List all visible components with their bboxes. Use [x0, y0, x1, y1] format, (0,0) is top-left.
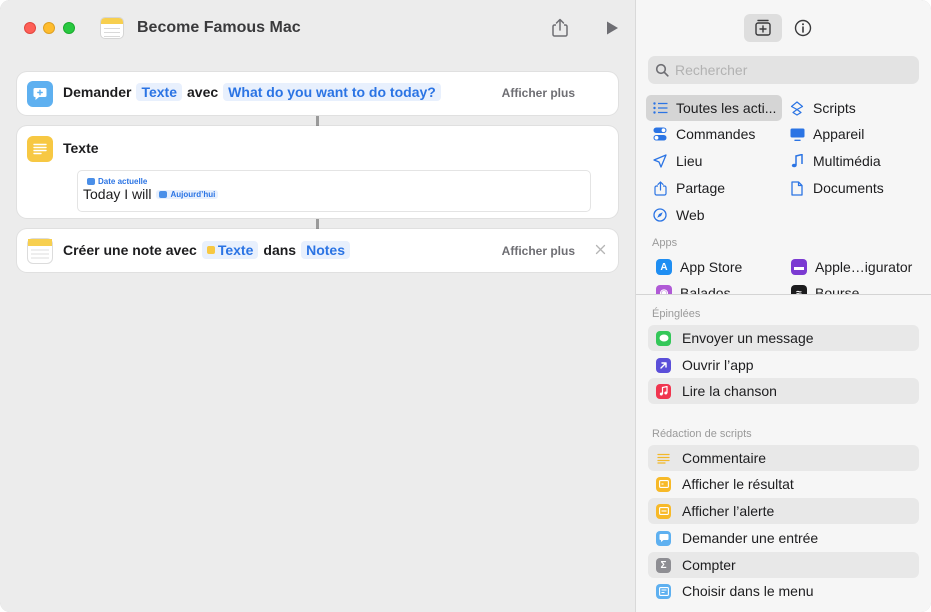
- library-add-icon: [755, 19, 771, 36]
- text-variable-icon: [206, 246, 215, 254]
- notes-app-icon: [100, 17, 124, 39]
- zoom-window-button[interactable]: [63, 22, 75, 34]
- category-location[interactable]: Lieu: [652, 148, 702, 174]
- count-icon: Σ: [656, 557, 671, 573]
- pinned-play-song[interactable]: Lire la chanson: [648, 378, 919, 404]
- current-date-variable[interactable]: Date actuelle: [84, 177, 150, 186]
- category-commands[interactable]: Commandes: [652, 121, 755, 147]
- details-tab[interactable]: [784, 14, 822, 42]
- toggles-icon: [652, 126, 668, 142]
- messages-icon: [656, 330, 671, 346]
- create-note-verb: Créer une note avec: [63, 242, 197, 258]
- compass-icon: [652, 207, 668, 223]
- app-apple-configurator[interactable]: ▬ Apple…igurator: [791, 254, 912, 280]
- action-library-tab[interactable]: [744, 14, 782, 42]
- category-scripts[interactable]: Scripts: [789, 95, 856, 121]
- category-web[interactable]: Web: [652, 202, 705, 228]
- action-connector: [316, 116, 319, 126]
- stocks-icon: ≈: [791, 285, 807, 294]
- ask-input-icon: [27, 81, 53, 107]
- script-show-result[interactable]: Afficher le résultat: [648, 471, 919, 497]
- input-type-token[interactable]: Texte: [136, 83, 183, 101]
- podcasts-icon: ◉: [656, 285, 672, 294]
- script-ask-input[interactable]: Demander une entrée: [648, 525, 919, 551]
- app-stocks[interactable]: ≈ Bourse: [791, 280, 859, 294]
- text-lines-icon: [27, 136, 53, 162]
- ask-for-input-action[interactable]: Demander Texte avec What do you want to …: [17, 72, 618, 115]
- app-store-icon: A: [656, 259, 672, 275]
- text-action-title: Texte: [63, 140, 99, 156]
- menu-icon: [656, 583, 671, 599]
- show-more-button[interactable]: Afficher plus: [502, 86, 575, 100]
- script-comment[interactable]: Commentaire: [648, 445, 919, 471]
- document-icon: [789, 180, 805, 196]
- note-connector-label: dans: [263, 242, 297, 258]
- apps-list: A App Store ▬ Apple…igurator ◉ Balados ≈…: [636, 254, 931, 294]
- pinned-section-label: Épinglées: [652, 308, 701, 320]
- text-action[interactable]: Texte Date actuelle Today I will Aujourd…: [17, 126, 618, 218]
- action-connector: [316, 219, 319, 229]
- script-show-alert[interactable]: Afficher l’alerte: [648, 498, 919, 524]
- calendar-icon: [87, 178, 95, 185]
- search-input[interactable]: [675, 62, 905, 78]
- apple-configurator-icon: ▬: [791, 259, 807, 275]
- remove-action-icon[interactable]: [595, 243, 606, 258]
- notes-icon: [27, 238, 53, 264]
- search-field[interactable]: [648, 56, 919, 84]
- shortcuts-window: Become Famous Mac Demander Texte avec Wh…: [0, 0, 931, 612]
- ask-connector-label: avec: [187, 84, 219, 100]
- pinned-send-message[interactable]: Envoyer un message: [648, 325, 919, 351]
- text-input-field[interactable]: Date actuelle Today I will Aujourd’hui: [77, 170, 591, 212]
- list-icon: [652, 100, 668, 116]
- ask-input-icon: [656, 530, 671, 546]
- today-variable-token[interactable]: Aujourd’hui: [156, 189, 219, 199]
- location-arrow-icon: [652, 153, 668, 169]
- alert-icon: [656, 503, 671, 519]
- text-input-token[interactable]: Texte: [201, 241, 259, 259]
- calendar-icon: [159, 190, 168, 198]
- search-icon: [655, 63, 669, 77]
- share-icon[interactable]: [550, 18, 570, 38]
- run-play-icon[interactable]: [602, 18, 622, 38]
- apps-section-label: Apps: [652, 237, 678, 249]
- category-documents[interactable]: Documents: [789, 175, 884, 201]
- sidebar-divider: [636, 294, 931, 295]
- scripting-section-label: Rédaction de scripts: [652, 428, 752, 440]
- scripts-icon: [789, 100, 805, 116]
- minimize-window-button[interactable]: [43, 22, 55, 34]
- pinned-open-app[interactable]: Ouvrir l’app: [648, 352, 919, 378]
- script-count[interactable]: Σ Compter: [648, 552, 919, 578]
- music-icon: [656, 383, 671, 399]
- create-note-action[interactable]: Créer une note avec Texte dans Notes Aff…: [17, 229, 618, 272]
- display-icon: [789, 126, 805, 142]
- info-icon: [794, 19, 812, 37]
- category-device[interactable]: Appareil: [789, 121, 864, 147]
- notes-folder-token[interactable]: Notes: [301, 241, 350, 259]
- window-title: Become Famous Mac: [137, 19, 301, 36]
- music-note-icon: [789, 153, 805, 169]
- share-icon: [652, 180, 668, 196]
- text-body: Today I will: [83, 186, 152, 202]
- app-podcasts[interactable]: ◉ Balados: [656, 280, 731, 294]
- category-media[interactable]: Multimédia: [789, 148, 881, 174]
- app-app-store[interactable]: A App Store: [656, 254, 742, 280]
- open-app-icon: [656, 357, 671, 373]
- category-all-actions[interactable]: Toutes les acti...: [646, 95, 782, 121]
- actions-sidebar: Toutes les acti... Commandes Lieu Partag…: [635, 0, 931, 612]
- category-sharing[interactable]: Partage: [652, 175, 725, 201]
- close-window-button[interactable]: [24, 22, 36, 34]
- script-choose-from-menu[interactable]: Choisir dans le menu: [648, 578, 919, 604]
- show-result-icon: [656, 476, 671, 492]
- show-more-button[interactable]: Afficher plus: [502, 244, 575, 258]
- prompt-token[interactable]: What do you want to do today?: [223, 83, 441, 101]
- comment-icon: [656, 451, 671, 466]
- ask-verb-label: Demander: [63, 84, 132, 100]
- editor-pane: Become Famous Mac Demander Texte avec Wh…: [0, 0, 635, 612]
